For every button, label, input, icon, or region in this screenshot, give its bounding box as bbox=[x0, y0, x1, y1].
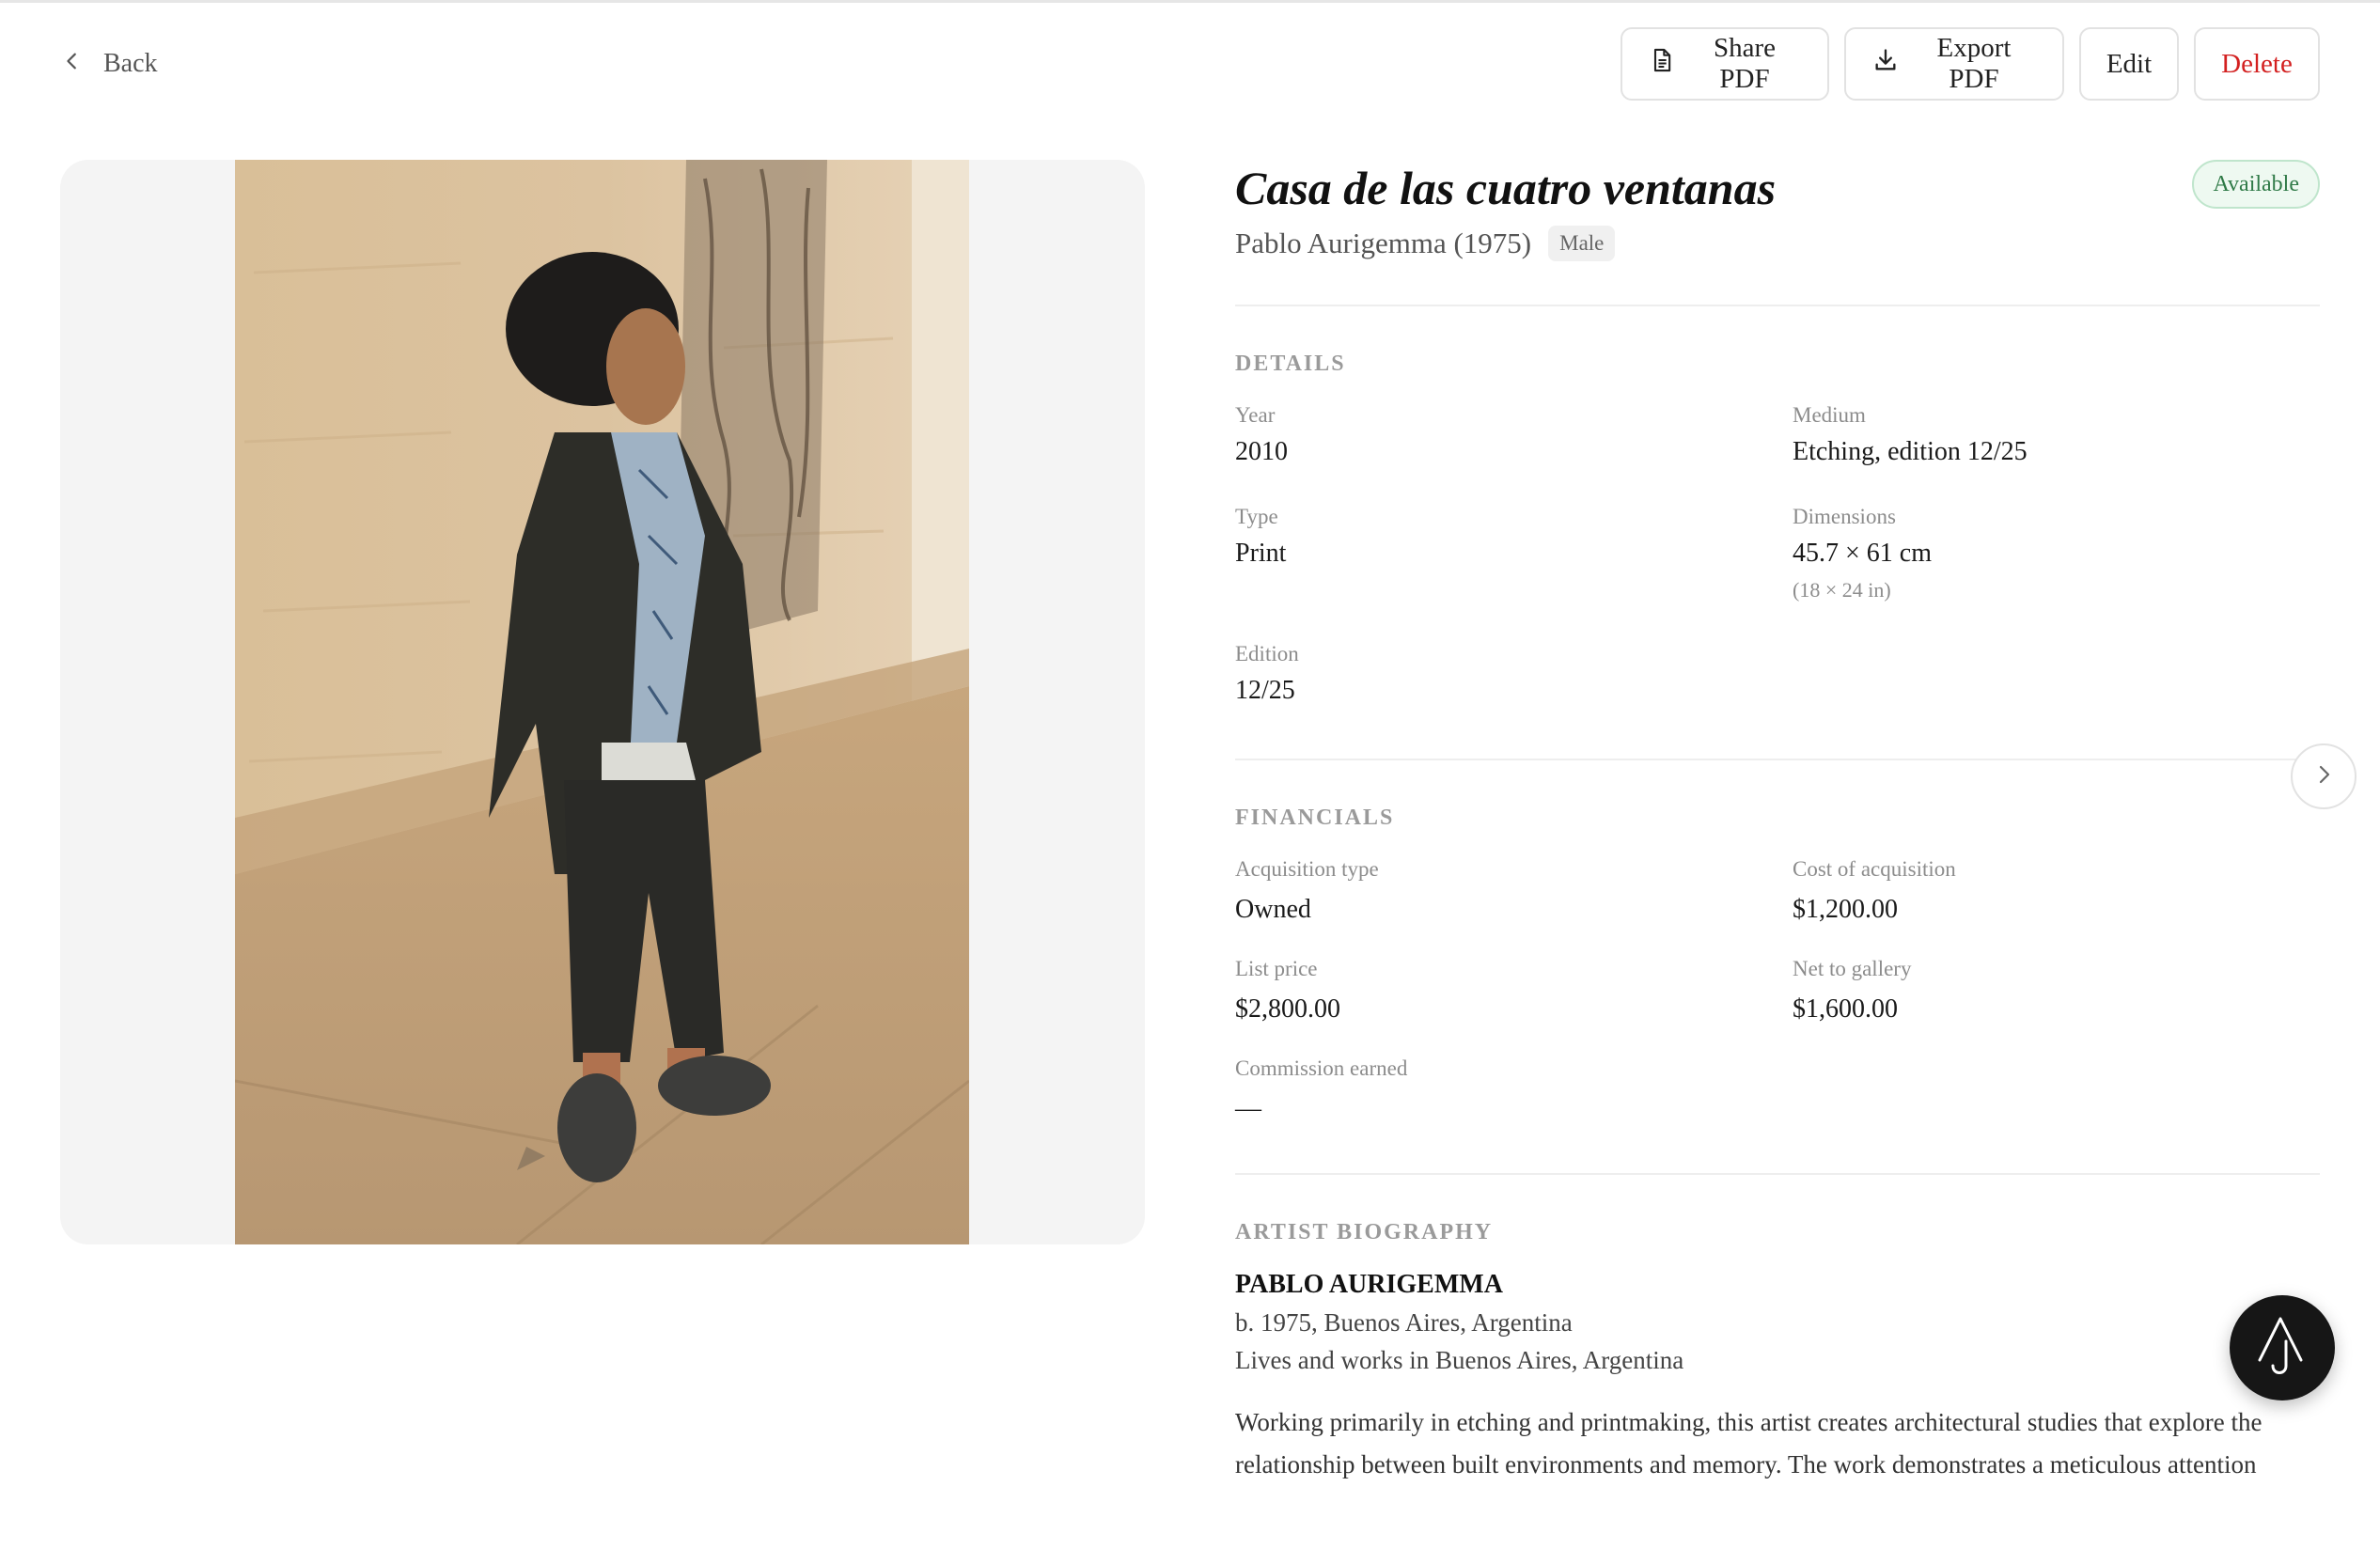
field-value: 12/25 bbox=[1235, 676, 1295, 705]
next-artwork-button[interactable] bbox=[2291, 743, 2357, 809]
chevron-right-icon bbox=[2312, 763, 2335, 790]
delete-button[interactable]: Delete bbox=[2194, 27, 2320, 101]
dimensions-field: Dimensions 45.7 × 61 cm (18 × 24 in) bbox=[1793, 503, 2320, 602]
field-label: Dimensions bbox=[1793, 505, 1896, 528]
assistant-logo-icon bbox=[2252, 1313, 2312, 1384]
field-value: — bbox=[1235, 1094, 1261, 1123]
type-field: Type Print bbox=[1235, 503, 1793, 602]
top-border bbox=[0, 0, 2380, 3]
list-price-field: List price $2,800.00 bbox=[1235, 955, 1793, 1026]
export-pdf-button[interactable]: Export PDF bbox=[1844, 27, 2064, 101]
artwork-info: Casa de las cuatro ventanas Available Pa… bbox=[1235, 160, 2320, 1486]
field-label: Net to gallery bbox=[1793, 957, 1912, 980]
field-value: $1,600.00 bbox=[1793, 994, 1898, 1024]
edition-field: Edition 12/25 bbox=[1235, 640, 1793, 708]
field-value: Owned bbox=[1235, 895, 1311, 924]
net-field: Net to gallery $1,600.00 bbox=[1793, 955, 2320, 1026]
details-grid: Year 2010 Medium Etching, edition 12/25 … bbox=[1235, 401, 2320, 708]
medium-field: Medium Etching, edition 12/25 bbox=[1793, 401, 2320, 469]
export-pdf-label: Export PDF bbox=[1936, 33, 2012, 94]
status-badge: Available bbox=[2192, 160, 2320, 209]
year-field: Year 2010 bbox=[1235, 401, 1793, 469]
field-label: List price bbox=[1235, 957, 1318, 980]
bio-artist-name: PABLO AURIGEMMA bbox=[1235, 1270, 1503, 1299]
field-value: 2010 bbox=[1235, 437, 1288, 466]
field-value: 45.7 × 61 cm bbox=[1793, 539, 1932, 568]
financials-section-label: FINANCIALS bbox=[1235, 806, 1395, 830]
field-value: $2,800.00 bbox=[1235, 994, 1340, 1024]
details-section-label: DETAILS bbox=[1235, 352, 1346, 376]
bio-born: b. 1975, Buenos Aires, Argentina bbox=[1235, 1308, 1573, 1337]
chevron-left-icon bbox=[62, 49, 83, 79]
edit-button[interactable]: Edit bbox=[2079, 27, 2179, 101]
biography-section-label: ARTIST BIOGRAPHY bbox=[1235, 1220, 1494, 1244]
field-label: Medium bbox=[1793, 403, 1866, 427]
artwork-title: Casa de las cuatro ventanas bbox=[1235, 162, 1777, 214]
document-icon bbox=[1649, 47, 1675, 81]
artist-line: Pablo Aurigemma (1975) Male bbox=[1235, 226, 2320, 261]
bio-text: Working primarily in etching and printma… bbox=[1235, 1408, 2263, 1479]
back-button[interactable]: Back bbox=[62, 43, 158, 85]
divider bbox=[1235, 1173, 2320, 1175]
back-label: Back bbox=[103, 49, 158, 78]
field-label: Edition bbox=[1235, 642, 1299, 665]
commission-field: Commission earned — bbox=[1235, 1055, 1793, 1126]
artwork-image bbox=[235, 160, 969, 1244]
divider bbox=[1235, 759, 2320, 760]
share-pdf-button[interactable]: Share PDF bbox=[1621, 27, 1829, 101]
share-pdf-label: Share PDF bbox=[1713, 33, 1777, 94]
dimensions-inches: (18 × 24 in) bbox=[1793, 578, 1891, 602]
divider bbox=[1235, 305, 2320, 306]
field-value: Print bbox=[1235, 539, 1287, 568]
field-label: Acquisition type bbox=[1235, 857, 1379, 881]
bio-lives: Lives and works in Buenos Aires, Argenti… bbox=[1235, 1346, 1684, 1374]
artist-name: Pablo Aurigemma (1975) bbox=[1235, 227, 1532, 259]
download-icon bbox=[1872, 47, 1899, 81]
field-label: Type bbox=[1235, 505, 1278, 528]
action-toolbar: Share PDF Export PDF Edit Delete bbox=[1621, 27, 2320, 101]
acquisition-type-field: Acquisition type Owned bbox=[1235, 855, 1793, 927]
field-label: Year bbox=[1235, 403, 1276, 427]
field-label: Cost of acquisition bbox=[1793, 857, 1956, 881]
field-value: Etching, edition 12/25 bbox=[1793, 437, 2028, 466]
field-value: $1,200.00 bbox=[1793, 895, 1898, 924]
gender-tag: Male bbox=[1548, 226, 1616, 261]
artwork-image-panel bbox=[60, 160, 1145, 1244]
financials-grid: Acquisition type Owned Cost of acquisiti… bbox=[1235, 855, 2320, 1126]
assistant-button[interactable] bbox=[2230, 1295, 2335, 1400]
field-label: Commission earned bbox=[1235, 1056, 1408, 1080]
cost-field: Cost of acquisition $1,200.00 bbox=[1793, 855, 2320, 927]
